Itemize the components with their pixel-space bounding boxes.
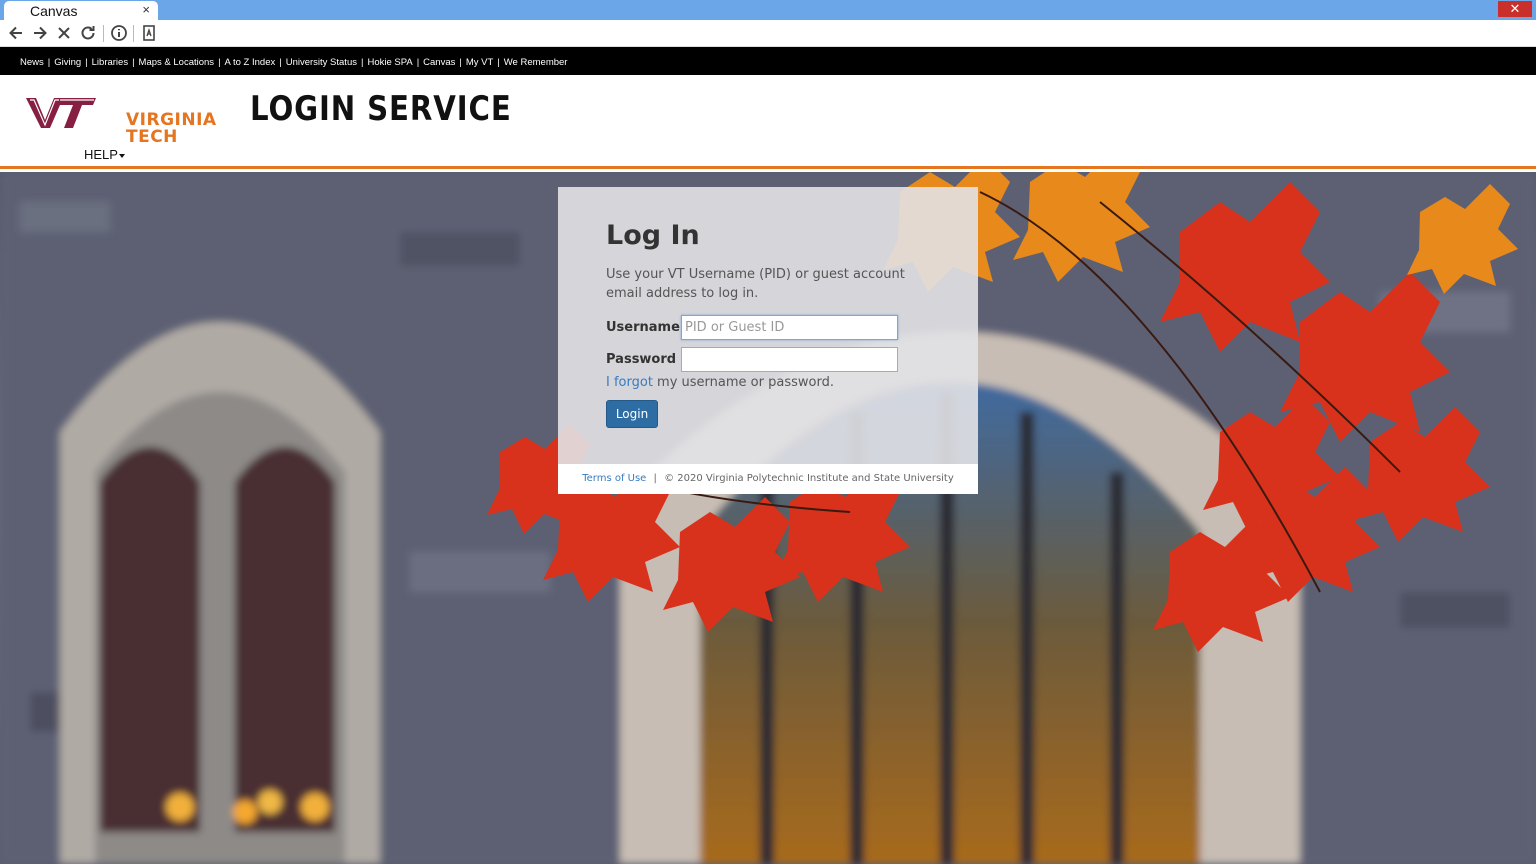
forgot-text: my username or password. xyxy=(652,375,834,390)
info-icon[interactable] xyxy=(109,23,129,43)
copyright-text: © 2020 Virginia Polytechnic Institute an… xyxy=(664,473,954,484)
utility-link-libraries[interactable]: Libraries xyxy=(92,57,128,68)
username-label: Username xyxy=(606,320,680,335)
utility-item-giving: Giving | xyxy=(54,57,88,68)
back-arrow-icon[interactable] xyxy=(6,23,26,43)
login-card: Log In Use your VT Username (PID) or gue… xyxy=(558,187,978,494)
password-label: Password xyxy=(606,352,677,367)
utility-link-weremember[interactable]: We Remember xyxy=(504,57,568,68)
tab-title: Canvas xyxy=(30,3,78,19)
utility-link-canvas[interactable]: Canvas xyxy=(423,57,455,68)
utility-link-atoz[interactable]: A to Z Index xyxy=(225,57,276,68)
terms-of-use-link[interactable]: Terms of Use xyxy=(582,473,646,484)
utility-link-hokiespa[interactable]: Hokie SPA xyxy=(367,57,412,68)
stop-icon[interactable] xyxy=(54,23,74,43)
utility-link-giving[interactable]: Giving xyxy=(54,57,81,68)
utility-nav: News | Giving | Libraries | Maps & Location… xyxy=(0,47,1536,75)
utility-item-libraries: Libraries | xyxy=(91,57,135,68)
login-instructions: Use your VT Username (PID) or guest acco… xyxy=(606,267,905,301)
utility-item-myvt: My VT | xyxy=(465,57,500,68)
card-footer: Terms of Use | © 2020 Virginia Polytechn… xyxy=(558,464,978,494)
reload-icon[interactable] xyxy=(78,23,98,43)
reader-mode-icon[interactable] xyxy=(139,23,159,43)
browser-toolbar xyxy=(0,20,1536,47)
utility-item-atoz: A to Z Index | xyxy=(224,57,282,68)
utility-item-hokiespa: Hokie SPA | xyxy=(367,57,420,68)
vt-wordmark-line2: TECH xyxy=(126,127,178,147)
login-title: Log In xyxy=(606,220,700,251)
vt-monogram-icon xyxy=(26,98,96,128)
browser-tab[interactable]: Canvas × xyxy=(4,1,158,20)
utility-item-weremember: We Remember xyxy=(504,57,568,68)
login-button[interactable]: Login xyxy=(606,400,658,428)
utility-link-status[interactable]: University Status xyxy=(286,57,357,68)
footer-separator: | xyxy=(653,473,657,484)
forgot-credentials: I forgot my username or password. xyxy=(606,375,834,390)
username-input[interactable] xyxy=(681,315,898,340)
vt-wordmark: VIRGINIA TECH xyxy=(126,112,217,146)
toolbar-divider xyxy=(103,25,104,42)
utility-link-news[interactable]: News xyxy=(20,57,44,68)
forward-arrow-icon[interactable] xyxy=(30,23,50,43)
tab-close-icon[interactable]: × xyxy=(142,2,150,17)
utility-item-status: University Status | xyxy=(285,57,364,68)
page-title: LOGIN SERVICE xyxy=(250,89,512,129)
caret-down-icon xyxy=(118,153,125,158)
vt-logo[interactable]: VIRGINIA TECH xyxy=(26,94,216,146)
browser-titlebar: Canvas × ✕ xyxy=(0,0,1536,20)
password-input[interactable] xyxy=(681,347,898,372)
toolbar-divider xyxy=(133,25,134,42)
utility-link-maps[interactable]: Maps & Locations xyxy=(139,57,215,68)
forgot-link[interactable]: I forgot xyxy=(606,375,653,390)
help-dropdown[interactable]: HELP xyxy=(84,147,125,162)
utility-item-maps: Maps & Locations | xyxy=(138,57,221,68)
help-label: HELP xyxy=(84,147,118,162)
utility-item-canvas: Canvas | xyxy=(423,57,462,68)
utility-link-myvt[interactable]: My VT xyxy=(466,57,493,68)
site-header: VIRGINIA TECH LOGIN SERVICE HELP xyxy=(0,75,1536,169)
utility-item-news: News | xyxy=(20,57,51,68)
window-close-button[interactable]: ✕ xyxy=(1498,1,1532,17)
